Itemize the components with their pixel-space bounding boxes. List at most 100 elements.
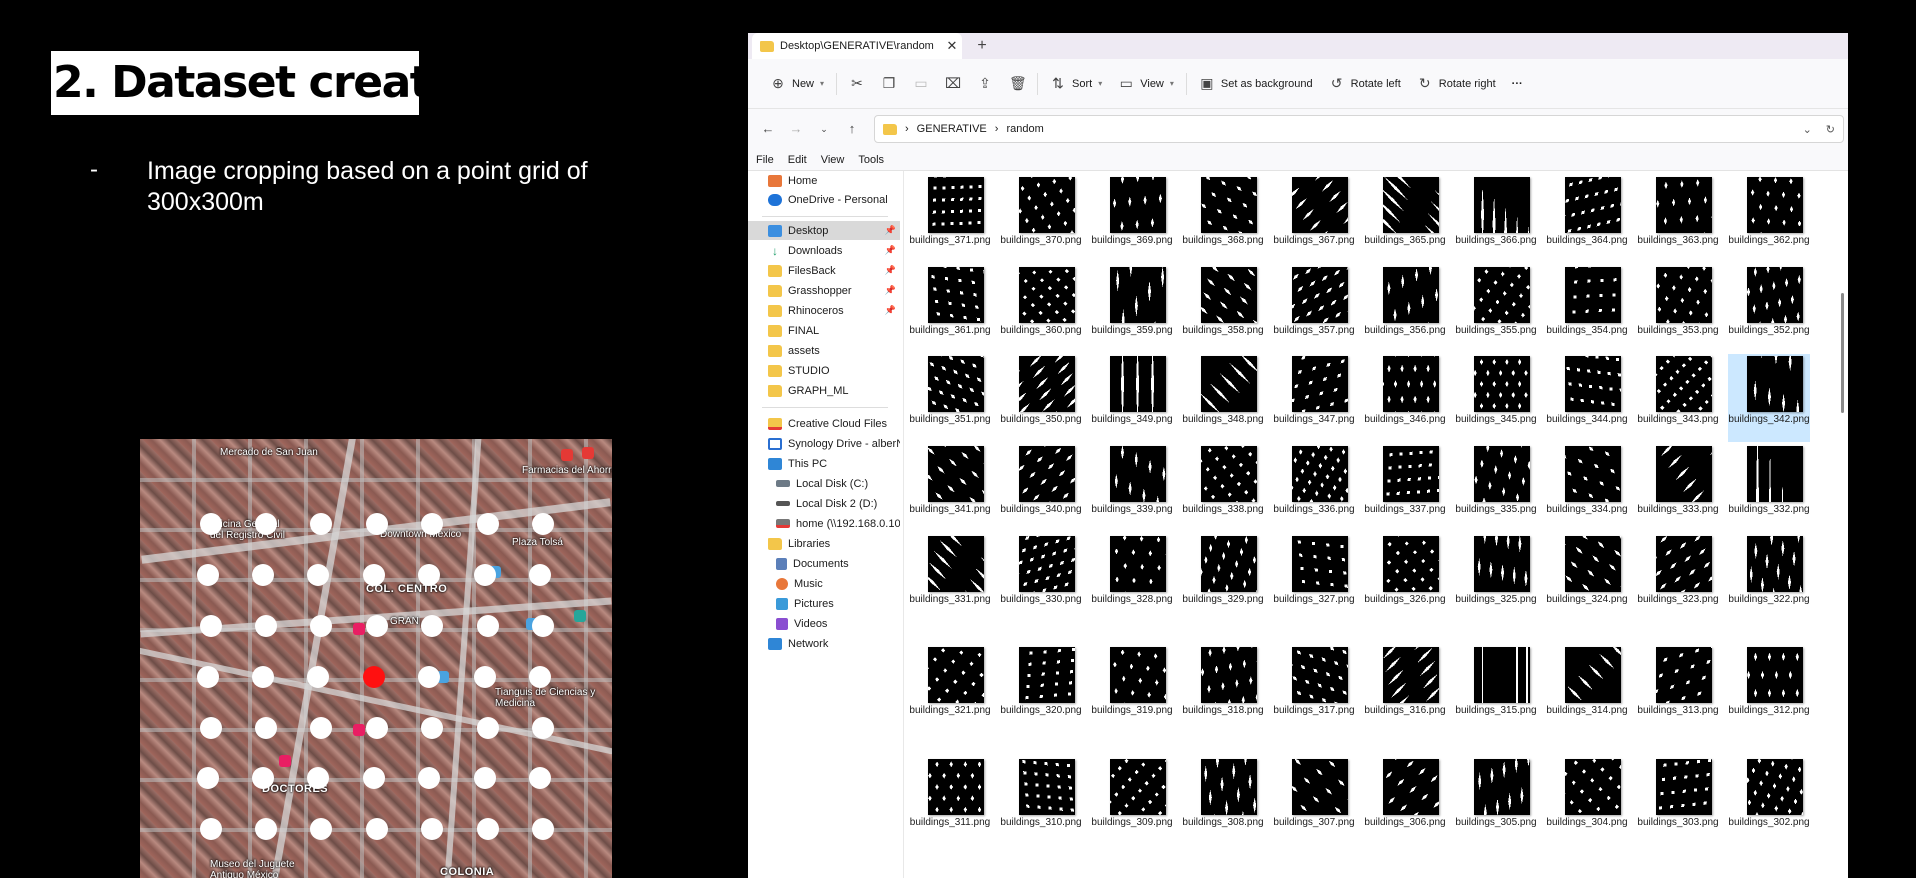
share-button[interactable]: ⇪ (969, 69, 1001, 99)
view-button[interactable]: ▭ View ▾ (1110, 69, 1182, 99)
file-item[interactable]: buildings_314.png (1546, 645, 1628, 733)
file-item[interactable]: buildings_333.png (1637, 444, 1719, 532)
file-item[interactable]: buildings_310.png (1000, 757, 1082, 845)
sort-button[interactable]: ⇅ Sort ▾ (1042, 69, 1110, 99)
new-button[interactable]: ⊕ New ▾ (762, 69, 832, 99)
file-item[interactable]: buildings_338.png (1182, 444, 1264, 532)
pin-icon[interactable]: 📌 (885, 225, 896, 236)
paste-button[interactable]: ▭ (905, 69, 937, 99)
rename-button[interactable]: ⌧ (937, 69, 969, 99)
rotate-right-button[interactable]: ↻ Rotate right (1409, 69, 1504, 99)
file-item[interactable]: buildings_370.png (1000, 175, 1082, 263)
file-item[interactable]: buildings_364.png (1546, 175, 1628, 263)
file-item[interactable]: buildings_363.png (1637, 175, 1719, 263)
pin-icon[interactable]: 📌 (885, 305, 896, 316)
file-item[interactable]: buildings_318.png (1182, 645, 1264, 733)
file-item[interactable]: buildings_349.png (1091, 354, 1173, 442)
nav-rhinoceros[interactable]: Rhinoceros 📌 (748, 301, 900, 320)
file-item[interactable]: buildings_366.png (1455, 175, 1537, 263)
file-item[interactable]: buildings_331.png (909, 534, 991, 622)
file-item[interactable]: buildings_302.png (1728, 757, 1810, 845)
delete-button[interactable]: 🗑 (1001, 69, 1033, 99)
nav-filesback[interactable]: FilesBack 📌 (748, 261, 900, 280)
file-item[interactable]: buildings_332.png (1728, 444, 1810, 532)
nav-local-c[interactable]: Local Disk (C:) (748, 474, 900, 493)
refresh-icon[interactable]: ↻ (1826, 123, 1835, 136)
file-item[interactable]: buildings_348.png (1182, 354, 1264, 442)
nav-home-network[interactable]: home (\\192.168.0.10) (Z:) (748, 514, 900, 533)
nav-desktop[interactable]: Desktop 📌 (748, 221, 900, 240)
file-item[interactable]: buildings_355.png (1455, 265, 1537, 353)
file-item[interactable]: buildings_357.png (1273, 265, 1355, 353)
file-item[interactable]: buildings_316.png (1364, 645, 1446, 733)
file-item[interactable]: buildings_303.png (1637, 757, 1719, 845)
file-item[interactable]: buildings_309.png (1091, 757, 1173, 845)
nav-documents[interactable]: Documents (748, 554, 900, 573)
file-item[interactable]: buildings_315.png (1455, 645, 1537, 733)
file-item[interactable]: buildings_341.png (909, 444, 991, 532)
file-item[interactable]: buildings_369.png (1091, 175, 1173, 263)
set-as-background-button[interactable]: ▣ Set as background (1191, 69, 1321, 99)
file-item[interactable]: buildings_312.png (1728, 645, 1810, 733)
nav-music[interactable]: Music (748, 574, 900, 593)
file-item[interactable]: buildings_371.png (909, 175, 991, 263)
file-item[interactable]: buildings_324.png (1546, 534, 1628, 622)
file-item[interactable]: buildings_360.png (1000, 265, 1082, 353)
menu-edit[interactable]: Edit (788, 154, 807, 166)
file-item[interactable]: buildings_339.png (1091, 444, 1173, 532)
cut-button[interactable]: ✂ (841, 69, 873, 99)
file-item[interactable]: buildings_325.png (1455, 534, 1537, 622)
nav-synology[interactable]: Synology Drive - alberNAS (748, 434, 900, 453)
up-arrow-icon[interactable]: ↑ (840, 117, 864, 141)
file-item[interactable]: buildings_328.png (1091, 534, 1173, 622)
file-item[interactable]: buildings_327.png (1273, 534, 1355, 622)
chevron-down-icon[interactable]: ⌄ (1803, 123, 1812, 136)
nav-network[interactable]: Network (748, 634, 900, 653)
nav-onedrive[interactable]: OneDrive - Personal (748, 190, 900, 209)
forward-arrow-icon[interactable]: → (784, 117, 808, 141)
rotate-left-button[interactable]: ↺ Rotate left (1321, 69, 1409, 99)
file-item[interactable]: buildings_305.png (1455, 757, 1537, 845)
file-item[interactable]: buildings_340.png (1000, 444, 1082, 532)
file-item[interactable]: buildings_353.png (1637, 265, 1719, 353)
file-item[interactable]: buildings_351.png (909, 354, 991, 442)
file-item[interactable]: buildings_337.png (1364, 444, 1446, 532)
file-item[interactable]: buildings_323.png (1637, 534, 1719, 622)
vertical-scrollbar[interactable] (1841, 293, 1844, 413)
file-item[interactable]: buildings_321.png (909, 645, 991, 733)
pin-icon[interactable]: 📌 (885, 265, 896, 276)
menu-tools[interactable]: Tools (858, 154, 884, 166)
menu-view[interactable]: View (821, 154, 845, 166)
address-input[interactable]: › GENERATIVE › random ⌄ ↻ (874, 115, 1844, 143)
more-options-button[interactable]: ··· (1504, 69, 1531, 99)
file-item[interactable]: buildings_329.png (1182, 534, 1264, 622)
file-item[interactable]: buildings_307.png (1273, 757, 1355, 845)
file-item[interactable]: buildings_304.png (1546, 757, 1628, 845)
nav-libraries[interactable]: Libraries (748, 534, 900, 553)
file-item[interactable]: buildings_317.png (1273, 645, 1355, 733)
nav-downloads[interactable]: ↓ Downloads 📌 (748, 241, 900, 260)
file-item[interactable]: buildings_311.png (909, 757, 991, 845)
nav-local-d[interactable]: Local Disk 2 (D:) (748, 494, 900, 513)
pin-icon[interactable]: 📌 (885, 245, 896, 256)
file-item[interactable]: buildings_347.png (1273, 354, 1355, 442)
breadcrumb-random[interactable]: random (1006, 123, 1043, 135)
file-item[interactable]: buildings_308.png (1182, 757, 1264, 845)
file-item[interactable]: buildings_342.png (1728, 354, 1810, 442)
file-item[interactable]: buildings_319.png (1091, 645, 1173, 733)
breadcrumb-generative[interactable]: GENERATIVE (917, 123, 987, 135)
menu-file[interactable]: File (756, 154, 774, 166)
file-item[interactable]: buildings_346.png (1364, 354, 1446, 442)
file-item[interactable]: buildings_334.png (1546, 444, 1628, 532)
file-item[interactable]: buildings_367.png (1273, 175, 1355, 263)
pin-icon[interactable]: 📌 (885, 285, 896, 296)
nav-graph-ml[interactable]: GRAPH_ML (748, 381, 900, 400)
nav-studio[interactable]: STUDIO (748, 361, 900, 380)
nav-grasshopper[interactable]: Grasshopper 📌 (748, 281, 900, 300)
file-item[interactable]: buildings_343.png (1637, 354, 1719, 442)
file-item[interactable]: buildings_359.png (1091, 265, 1173, 353)
file-item[interactable]: buildings_326.png (1364, 534, 1446, 622)
file-item[interactable]: buildings_358.png (1182, 265, 1264, 353)
nav-home[interactable]: Home (748, 171, 900, 190)
close-icon[interactable]: ✕ (942, 38, 962, 54)
